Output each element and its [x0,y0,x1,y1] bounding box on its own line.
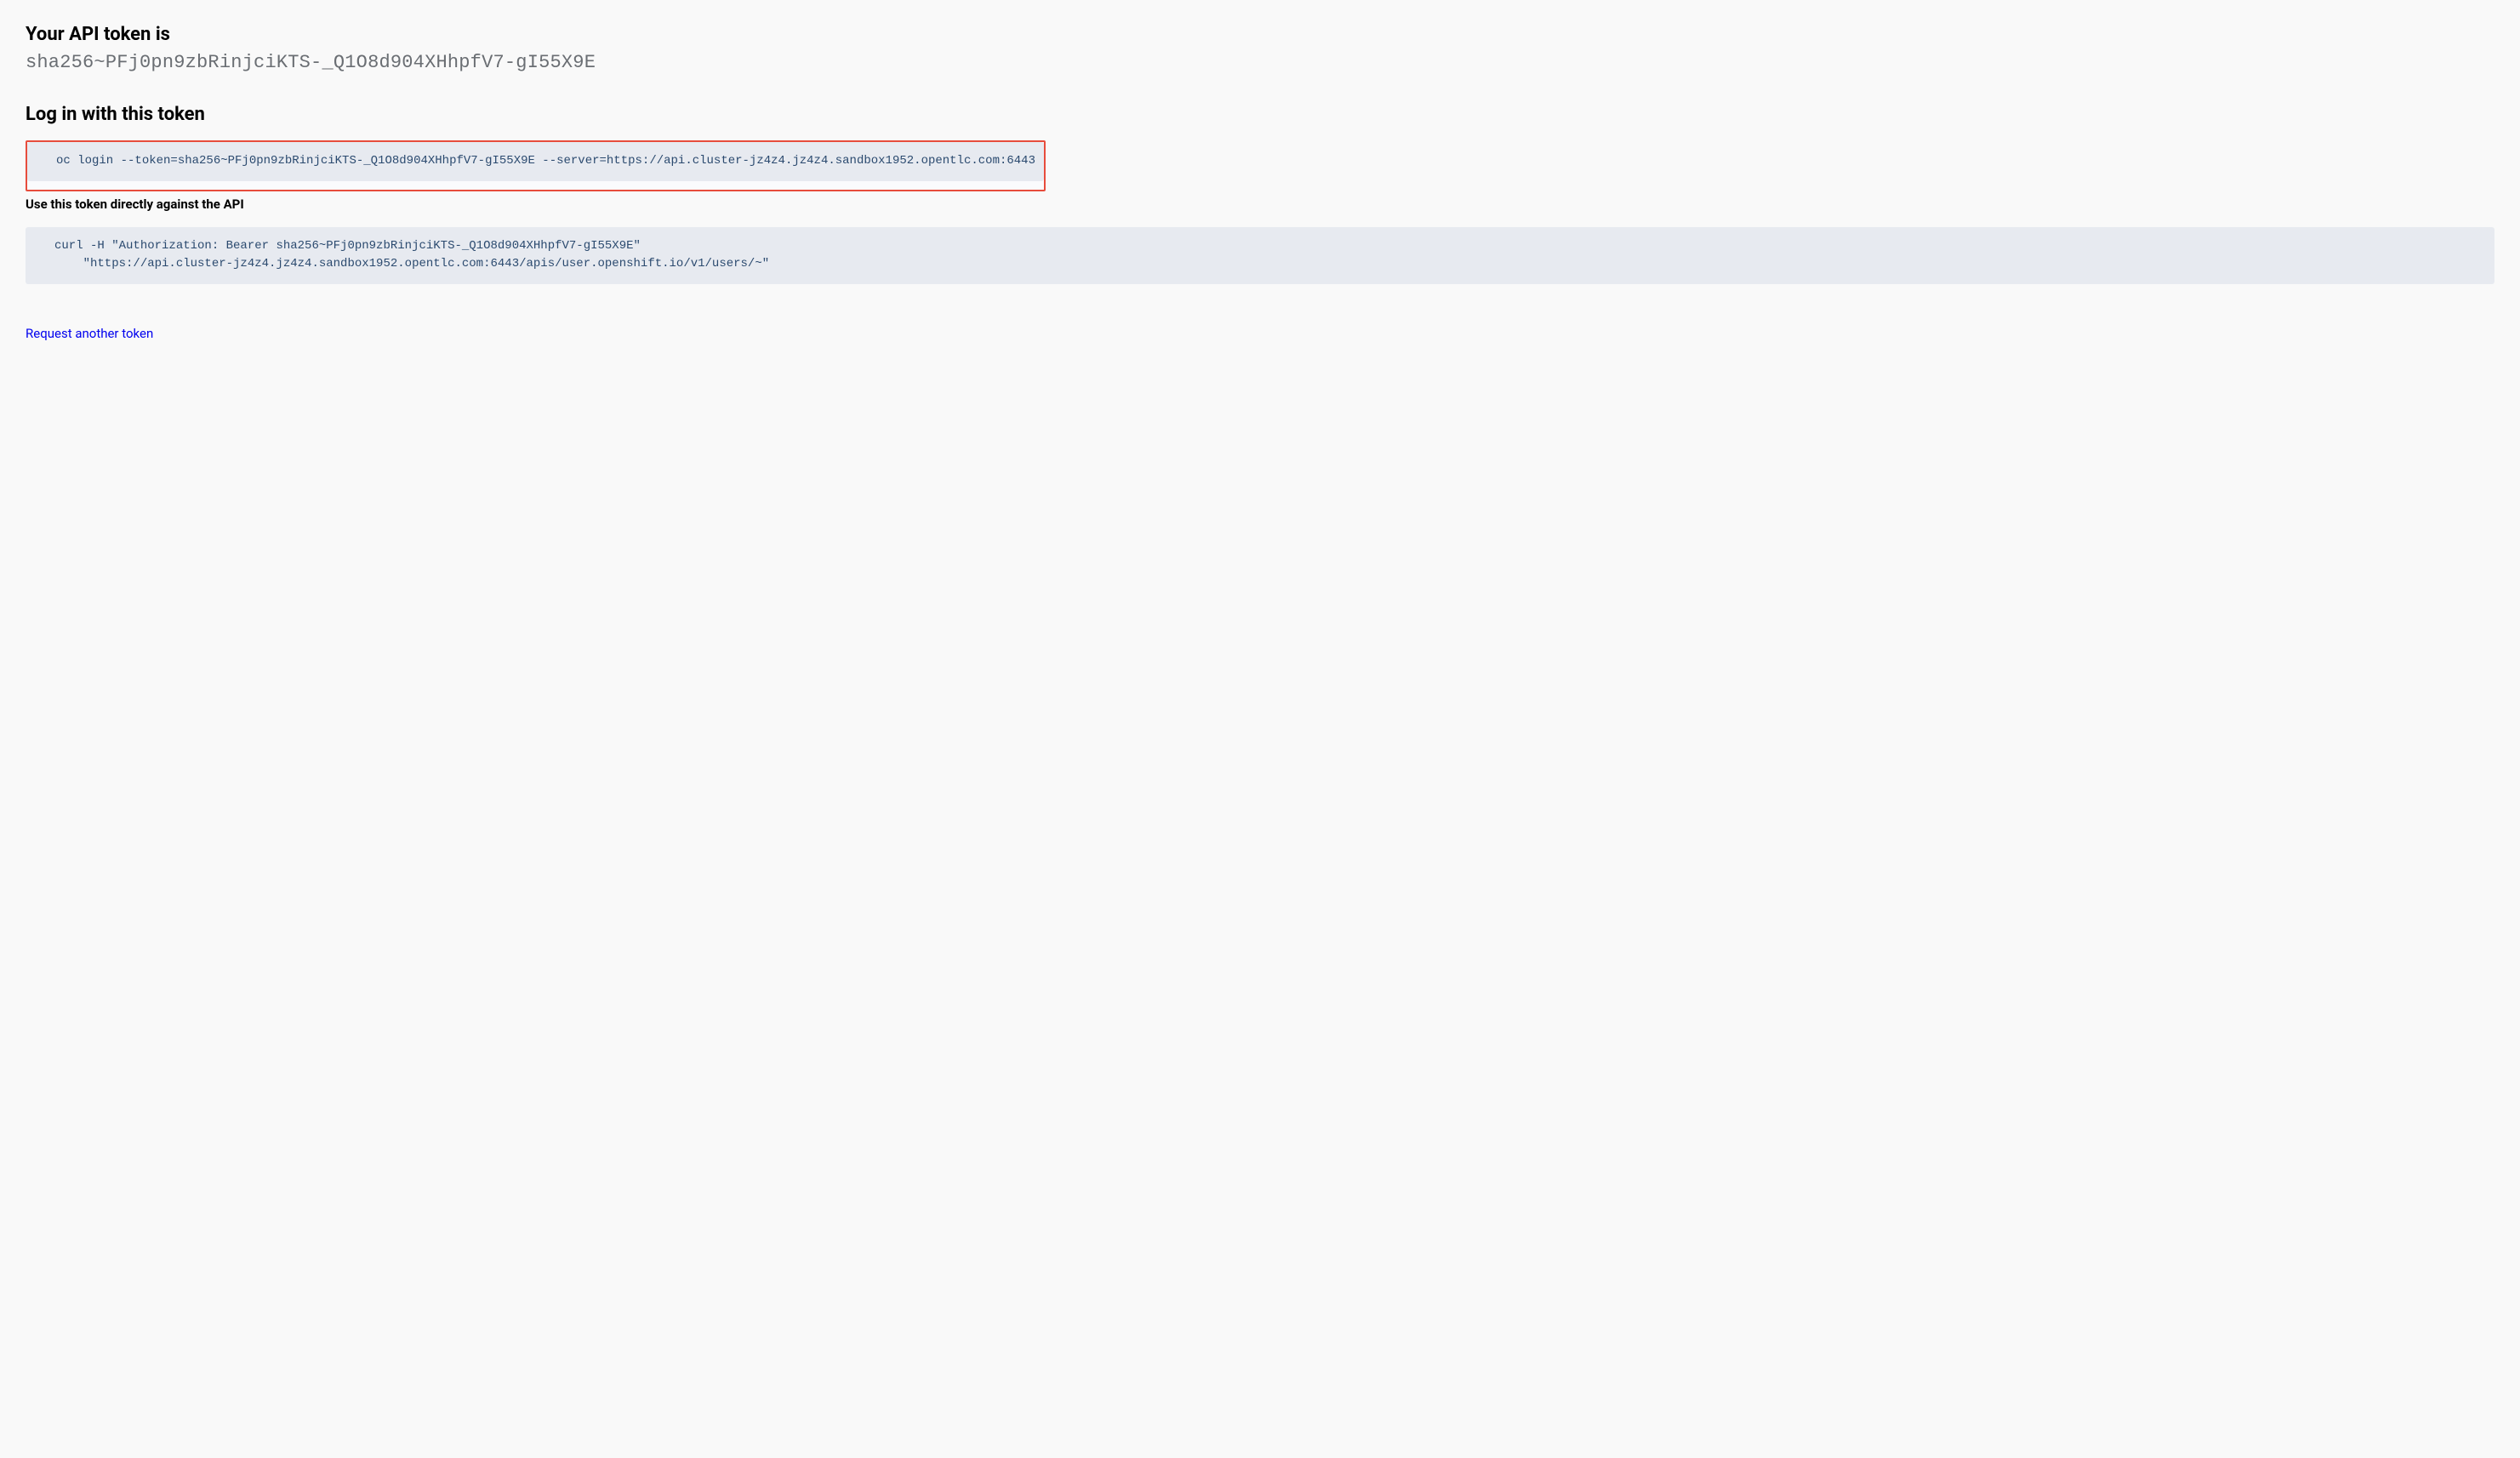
use-directly-heading: Use this token directly against the API [26,196,2494,212]
request-another-token-link[interactable]: Request another token [26,326,153,341]
oc-login-highlight-box: oc login --token=sha256~PFj0pn9zbRinjciK… [26,140,1046,191]
oc-login-command[interactable]: oc login --token=sha256~PFj0pn9zbRinjciK… [27,142,1044,181]
curl-command[interactable]: curl -H "Authorization: Bearer sha256~PF… [26,227,2494,284]
api-token-value: sha256~PFj0pn9zbRinjciKTS-_Q1O8d904XHhpf… [26,52,2494,73]
login-heading: Log in with this token [26,104,2494,125]
api-token-heading: Your API token is [26,24,2494,45]
